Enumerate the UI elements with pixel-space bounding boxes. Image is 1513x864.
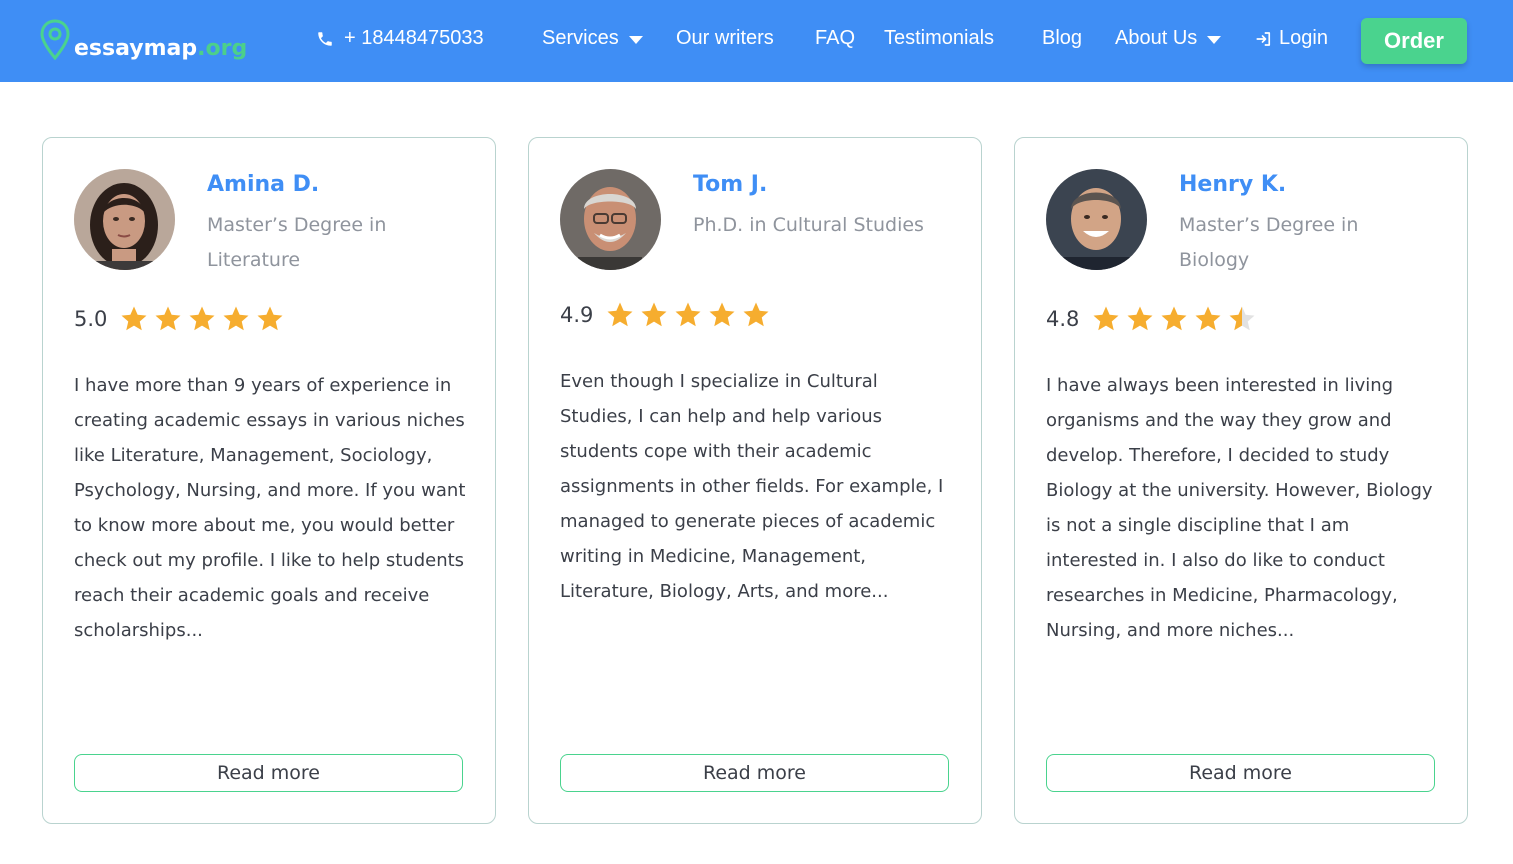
star-icon <box>675 302 701 327</box>
nav-our-writers[interactable]: Our writers <box>676 27 774 50</box>
order-button[interactable]: Order <box>1361 18 1467 64</box>
star-icon <box>1127 306 1153 331</box>
nav-about-us[interactable]: About Us <box>1115 27 1222 50</box>
nav-services[interactable]: Services <box>542 27 643 50</box>
logo-text: essaymap.org <box>74 36 248 61</box>
rating: 5.0 <box>74 304 285 334</box>
rating: 4.9 <box>560 300 771 330</box>
star-icon <box>223 306 249 331</box>
phone-link[interactable]: + 18448475033 <box>316 27 484 50</box>
read-more-button[interactable]: Read more <box>1046 754 1435 792</box>
nav-login[interactable]: Login <box>1255 27 1328 50</box>
star-icon <box>1229 306 1255 331</box>
login-icon <box>1256 31 1271 46</box>
star-icon <box>189 306 215 331</box>
writer-card: Henry K. Master’s Degree in Biology 4.8 … <box>1014 137 1468 824</box>
writer-photo <box>1046 169 1147 270</box>
star-icon <box>155 306 181 331</box>
writer-degree: Ph.D. in Cultural Studies <box>693 214 924 236</box>
read-more-button[interactable]: Read more <box>560 754 949 792</box>
writer-degree: Master’s Degree in Biology <box>1179 214 1359 271</box>
rating: 4.8 <box>1046 304 1257 334</box>
rating-value: 5.0 <box>74 307 108 331</box>
writer-description: I have always been interested in living … <box>1046 375 1433 641</box>
star-icon <box>607 302 633 327</box>
map-pin-icon <box>40 19 70 61</box>
star-rating <box>1091 304 1257 334</box>
avatar <box>74 169 175 270</box>
writer-card: Tom J. Ph.D. in Cultural Studies 4.9 Eve… <box>528 137 982 824</box>
star-rating <box>605 300 771 330</box>
writer-name[interactable]: Tom J. <box>693 172 767 197</box>
star-icon <box>1195 306 1221 331</box>
avatar <box>560 169 661 270</box>
read-more-button[interactable]: Read more <box>74 754 463 792</box>
avatar <box>1046 169 1147 270</box>
rating-value: 4.9 <box>560 303 594 327</box>
star-icon <box>1093 306 1119 331</box>
phone-number: + 18448475033 <box>344 27 484 49</box>
nav-blog[interactable]: Blog <box>1042 27 1082 50</box>
writer-photo <box>560 169 661 270</box>
nav-faq[interactable]: FAQ <box>815 27 855 50</box>
writer-description: I have more than 9 years of experience i… <box>74 375 466 641</box>
rating-value: 4.8 <box>1046 307 1080 331</box>
writer-description: Even though I specialize in Cultural Stu… <box>560 371 944 602</box>
star-icon <box>257 306 283 331</box>
top-navbar: essaymap.org + 18448475033 Services Our … <box>0 0 1513 82</box>
nav-testimonials[interactable]: Testimonials <box>884 27 994 50</box>
chevron-down-icon <box>1207 35 1222 44</box>
writer-name[interactable]: Amina D. <box>207 172 319 197</box>
phone-icon <box>318 31 332 46</box>
chevron-down-icon <box>628 35 643 44</box>
writer-photo <box>74 169 175 270</box>
writer-degree: Master’s Degree in Literature <box>207 214 387 271</box>
writer-name[interactable]: Henry K. <box>1179 172 1286 197</box>
star-icon <box>743 302 769 327</box>
star-rating <box>119 304 285 334</box>
star-icon <box>121 306 147 331</box>
site-logo[interactable]: essaymap.org <box>40 18 247 64</box>
star-icon <box>641 302 667 327</box>
star-icon <box>1161 306 1187 331</box>
star-icon <box>709 302 735 327</box>
writer-card: Amina D. Master’s Degree in Literature 5… <box>42 137 496 824</box>
